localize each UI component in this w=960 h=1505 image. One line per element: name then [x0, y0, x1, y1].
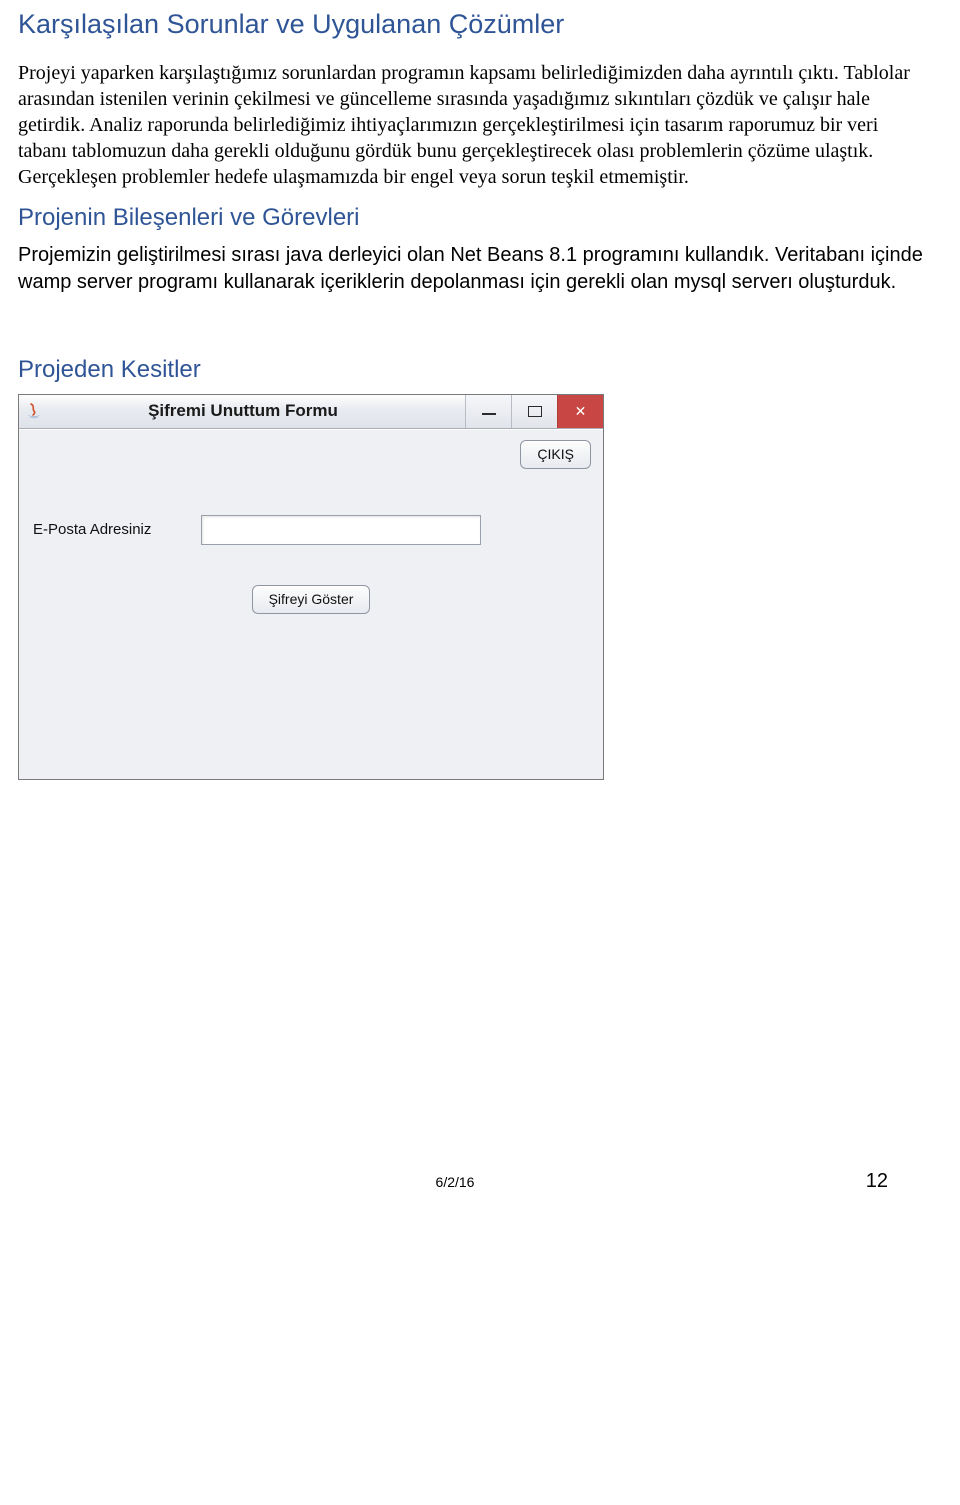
- close-icon: ✕: [575, 404, 587, 418]
- email-input[interactable]: [201, 515, 481, 545]
- window-controls: ✕: [465, 395, 603, 428]
- footer-date: 6/2/16: [62, 1174, 848, 1190]
- page-number: 12: [848, 1170, 888, 1193]
- forgot-password-window: Şifremi Unuttum Formu ✕ ÇIKIŞ E-Posta Ad…: [18, 394, 604, 780]
- heading-screenshots: Projeden Kesitler: [18, 356, 932, 384]
- heading-components: Projenin Bileşenleri ve Görevleri: [18, 204, 932, 232]
- email-label: E-Posta Adresiniz: [33, 521, 183, 538]
- window-title: Şifremi Unuttum Formu: [21, 401, 465, 421]
- java-icon: [25, 402, 43, 420]
- window-body: ÇIKIŞ E-Posta Adresiniz Şifreyi Göster: [19, 429, 603, 779]
- titlebar: Şifremi Unuttum Formu ✕: [19, 395, 603, 429]
- minimize-button[interactable]: [465, 395, 511, 428]
- close-button[interactable]: ✕: [557, 395, 603, 428]
- paragraph-components: Projemizin geliştirilmesi sırası java de…: [18, 242, 932, 296]
- heading-problems: Karşılaşılan Sorunlar ve Uygulanan Çözüm…: [18, 8, 932, 42]
- paragraph-problems: Projeyi yaparken karşılaştığımız sorunla…: [18, 60, 932, 190]
- exit-button[interactable]: ÇIKIŞ: [520, 440, 591, 469]
- maximize-icon: [528, 406, 542, 417]
- maximize-button[interactable]: [511, 395, 557, 428]
- show-password-button[interactable]: Şifreyi Göster: [252, 585, 371, 614]
- minimize-icon: [482, 413, 496, 415]
